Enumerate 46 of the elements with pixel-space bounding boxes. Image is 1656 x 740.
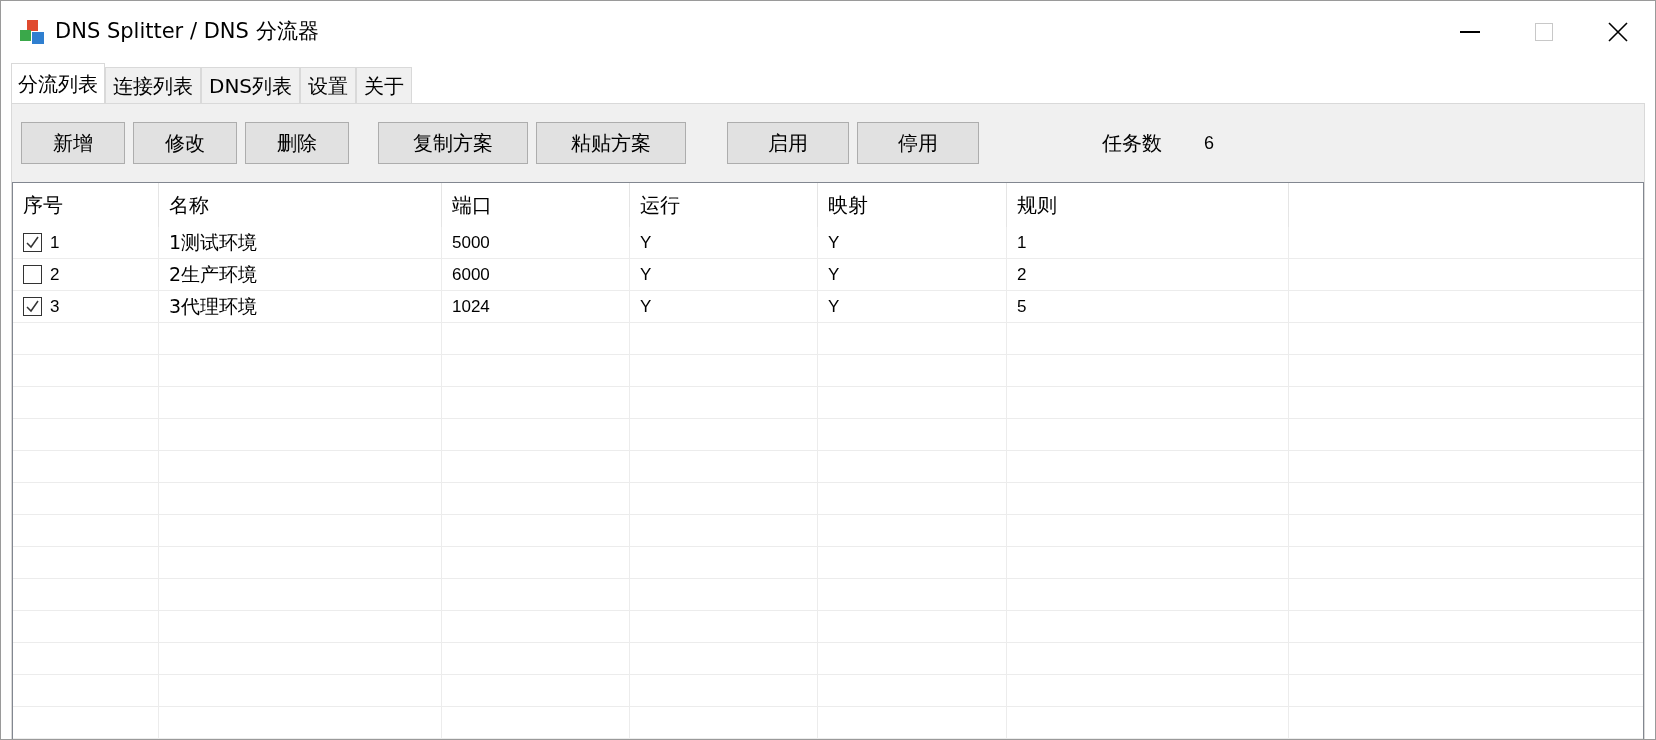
toolbar-button[interactable]: 删除 (245, 122, 349, 164)
cubes-icon (19, 19, 45, 45)
table-cell-text: Y (828, 295, 840, 318)
tab[interactable]: 关于 (356, 67, 413, 103)
table-cell-text: 5000 (452, 231, 490, 254)
task-count-label: 任务数 (1102, 130, 1162, 157)
maximize-icon (1535, 23, 1553, 41)
table-cell-text: 1024 (452, 295, 490, 318)
toolbar-button[interactable]: 复制方案 (378, 122, 528, 164)
column-header[interactable]: 运行 (640, 190, 680, 220)
task-count-value: 6 (1204, 131, 1214, 155)
table-cell-text: 2生产环境 (169, 262, 258, 288)
column-header[interactable]: 端口 (452, 190, 492, 220)
table-cell-text: 1 (50, 231, 60, 254)
column-header[interactable]: 序号 (23, 190, 63, 220)
table-cell-text: 2 (50, 263, 60, 286)
tab[interactable]: 连接列表 (105, 67, 201, 103)
table-cell-text: 3 (50, 295, 60, 318)
column-header[interactable]: 映射 (828, 190, 868, 220)
close-icon (1608, 22, 1628, 42)
column-header[interactable]: 规则 (1017, 190, 1057, 220)
minimize-icon (1460, 31, 1480, 33)
table-cell-text: 1测试环境 (169, 230, 258, 256)
table-cell-text: Y (828, 231, 840, 254)
table-cell-text: Y (640, 231, 652, 254)
row-checkbox[interactable] (23, 265, 42, 284)
row-checkbox[interactable] (23, 233, 42, 252)
table-cell-text: 2 (1017, 263, 1027, 286)
table-cell-text: 3代理环境 (169, 294, 258, 320)
tab[interactable]: 设置 (300, 67, 357, 103)
table-cell-text: 6000 (452, 263, 490, 286)
table-cell-text: 1 (1017, 231, 1027, 254)
row-checkbox[interactable] (23, 297, 42, 316)
toolbar-button[interactable]: 粘贴方案 (536, 122, 686, 164)
column-header[interactable]: 名称 (169, 190, 209, 220)
window-title: DNS Splitter / DNS 分流器 (55, 18, 319, 46)
tab[interactable]: DNS列表 (201, 67, 301, 103)
tab[interactable]: 分流列表 (11, 63, 105, 103)
toolbar-button[interactable]: 新增 (21, 122, 125, 164)
table-cell-text: Y (828, 263, 840, 286)
toolbar-button[interactable]: 停用 (857, 122, 979, 164)
table-cell-text: 5 (1017, 295, 1027, 318)
toolbar-button[interactable]: 修改 (133, 122, 237, 164)
table-cell-text: Y (640, 263, 652, 286)
toolbar-button[interactable]: 启用 (727, 122, 849, 164)
table-cell-text: Y (640, 295, 652, 318)
